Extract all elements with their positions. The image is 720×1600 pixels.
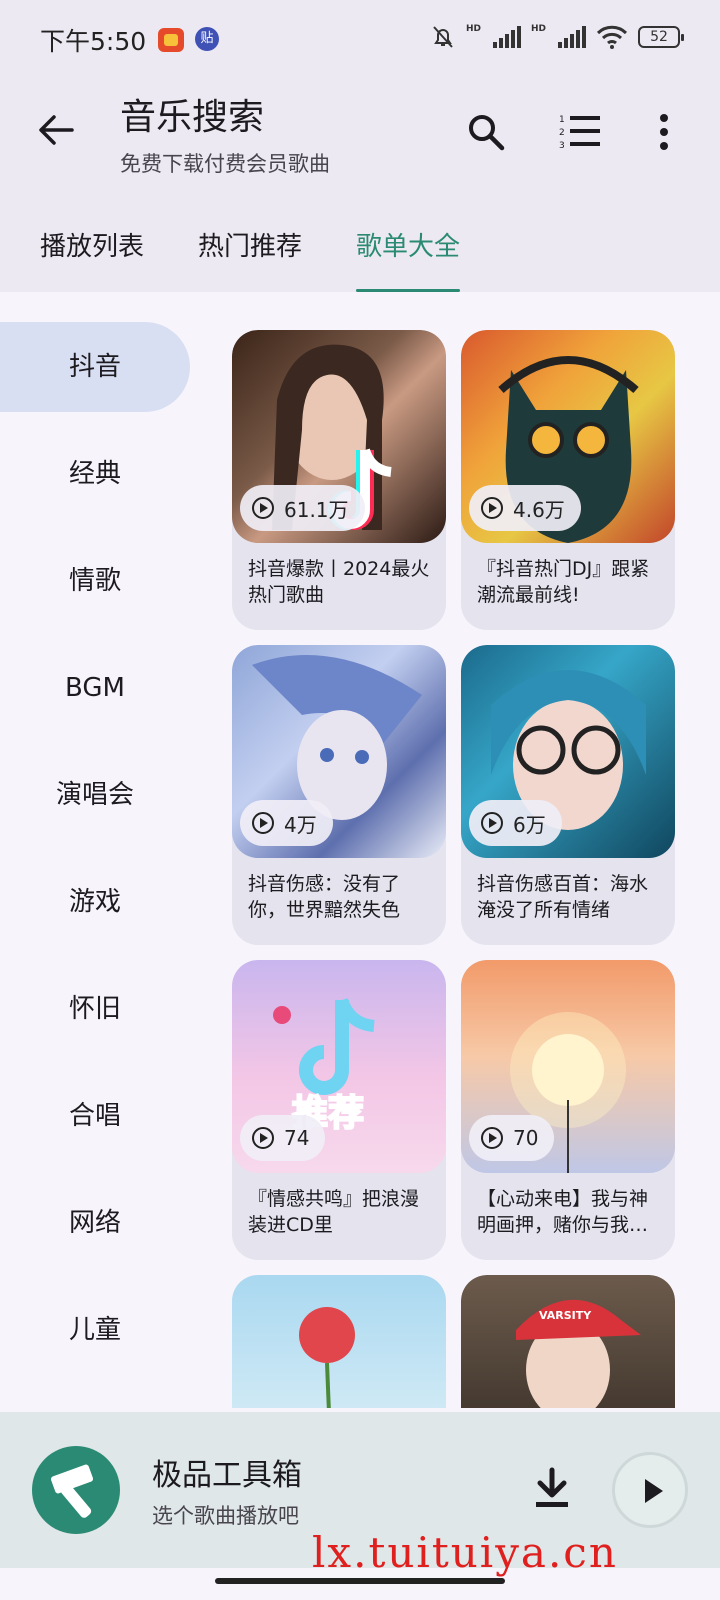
playlist-card[interactable]: 4.6万 『抖音热门DJ』跟紧潮流最前线! bbox=[461, 330, 675, 630]
tab-bar: 播放列表 热门推荐 歌单大全 bbox=[0, 220, 720, 292]
category-list: 抖音 经典 情歌 BGM 演唱会 游戏 怀旧 合唱 网络 儿童 bbox=[0, 322, 195, 1392]
play-circle-icon bbox=[252, 497, 274, 519]
play-circle-icon bbox=[481, 812, 503, 834]
category-item-love[interactable]: 情歌 bbox=[0, 536, 190, 643]
hd-label-2: HD bbox=[530, 24, 546, 34]
category-item-chorus[interactable]: 合唱 bbox=[0, 1071, 190, 1178]
play-count: 61.1万 bbox=[284, 497, 349, 522]
playlist-title: 抖音伤感百首：海水淹没了所有情绪 bbox=[477, 873, 649, 921]
download-icon[interactable] bbox=[530, 1466, 574, 1512]
play-circle-icon bbox=[481, 497, 503, 519]
category-item-concert[interactable]: 演唱会 bbox=[0, 750, 190, 857]
playlist-title: 『情感共鸣』把浪漫装进CD里 bbox=[248, 1188, 420, 1236]
player-title: 极品工具箱 bbox=[152, 1458, 302, 1493]
wifi-icon bbox=[596, 25, 628, 49]
status-icons: HD HD 52 bbox=[430, 24, 684, 50]
play-count: 4.6万 bbox=[513, 497, 565, 522]
more-vert-icon[interactable] bbox=[640, 108, 688, 156]
playlist-cover: VARSITY bbox=[461, 1275, 675, 1408]
tieba-notification-icon: 贴 bbox=[195, 27, 219, 51]
playlist-card[interactable]: 6万 抖音伤感百首：海水淹没了所有情绪 bbox=[461, 645, 675, 945]
cover-cap-text: VARSITY bbox=[539, 1309, 592, 1322]
tab-playlist[interactable]: 播放列表 bbox=[40, 226, 144, 286]
signal-1-icon bbox=[492, 26, 521, 48]
svg-text:1: 1 bbox=[559, 115, 565, 125]
playlist-title: 『抖音热门DJ』跟紧潮流最前线! bbox=[477, 558, 650, 606]
cover-art-cap-girl: VARSITY bbox=[516, 1299, 641, 1408]
category-item-kids[interactable]: 儿童 bbox=[0, 1285, 190, 1392]
playlist-card[interactable]: 4万 抖音伤感：没有了你，世界黯然失色 bbox=[232, 645, 446, 945]
playlist-card[interactable]: 61.1万 抖音爆款丨2024最火热门歌曲 bbox=[232, 330, 446, 630]
playlist-cover bbox=[232, 1275, 446, 1408]
playlist-title: 抖音爆款丨2024最火热门歌曲 bbox=[248, 558, 430, 606]
play-count: 70 bbox=[513, 1126, 539, 1150]
svg-text:2: 2 bbox=[559, 128, 565, 138]
play-count-pill: 74 bbox=[240, 1115, 326, 1161]
status-time: 下午5:50 bbox=[40, 27, 147, 56]
page-title: 音乐搜索 bbox=[120, 97, 265, 138]
player-subtitle: 选个歌曲播放吧 bbox=[152, 1504, 299, 1528]
tab-hot[interactable]: 热门推荐 bbox=[198, 226, 302, 286]
play-button[interactable] bbox=[612, 1452, 688, 1528]
playlist-card[interactable]: 70 【心动来电】我与神明画押，赌你与我… bbox=[461, 960, 675, 1260]
playlist-grid: 61.1万 抖音爆款丨2024最火热门歌曲 4.6万 『抖音热门DJ』跟紧潮流最… bbox=[232, 330, 690, 1408]
battery-icon: 52 bbox=[638, 26, 684, 48]
playlist-card[interactable]: VARSITY bbox=[461, 1275, 675, 1408]
play-count: 4万 bbox=[284, 812, 317, 837]
play-circle-icon bbox=[252, 812, 274, 834]
tab-all-playlists[interactable]: 歌单大全 bbox=[356, 226, 461, 292]
watermark: lx.tuituiya.cn bbox=[312, 1528, 618, 1577]
play-count-pill: 70 bbox=[469, 1115, 555, 1161]
playlist-title: 【心动来电】我与神明画押，赌你与我… bbox=[477, 1188, 649, 1236]
category-item-game[interactable]: 游戏 bbox=[0, 857, 190, 964]
play-count-pill: 4.6万 bbox=[469, 485, 581, 531]
category-item-douyin[interactable]: 抖音 bbox=[0, 322, 190, 412]
play-count-pill: 61.1万 bbox=[240, 485, 365, 531]
playlist-title: 抖音伤感：没有了你，世界黯然失色 bbox=[248, 873, 401, 921]
play-count-pill: 6万 bbox=[469, 800, 562, 846]
top-area: 下午5:50 贴 HD HD 52 音乐搜索 免费下载付费会员歌曲 1 2 3 播放… bbox=[0, 0, 720, 292]
mute-bell-icon bbox=[433, 26, 453, 48]
category-item-network[interactable]: 网络 bbox=[0, 1178, 190, 1285]
playlist-card[interactable] bbox=[232, 1275, 446, 1408]
svg-text:3: 3 bbox=[559, 141, 565, 151]
hammer-icon bbox=[50, 1464, 94, 1518]
category-item-bgm[interactable]: BGM bbox=[0, 643, 190, 750]
category-item-classic[interactable]: 经典 bbox=[0, 429, 190, 536]
page-subtitle: 免费下载付费会员歌曲 bbox=[120, 152, 330, 176]
play-count-pill: 4万 bbox=[240, 800, 333, 846]
category-item-nostalgia[interactable]: 怀旧 bbox=[0, 964, 190, 1071]
toolbox-logo bbox=[32, 1446, 120, 1534]
app-notification-icon bbox=[158, 28, 184, 52]
hd-label: HD bbox=[465, 24, 481, 34]
playlist-card[interactable]: 推荐 74 『情感共鸣』把浪漫装进CD里 bbox=[232, 960, 446, 1260]
signal-2-icon bbox=[558, 26, 586, 48]
play-circle-icon bbox=[252, 1127, 274, 1149]
numbered-list-icon[interactable]: 1 2 3 bbox=[556, 108, 604, 156]
status-bar: 下午5:50 贴 HD HD 52 bbox=[0, 18, 720, 62]
cover-art-rose bbox=[299, 1307, 355, 1408]
play-circle-icon bbox=[481, 1127, 503, 1149]
app-bar: 音乐搜索 免费下载付费会员歌曲 1 2 3 bbox=[0, 80, 720, 190]
back-arrow-icon[interactable] bbox=[34, 108, 78, 152]
play-count: 74 bbox=[284, 1126, 310, 1150]
home-indicator[interactable] bbox=[215, 1578, 505, 1584]
search-icon[interactable] bbox=[462, 108, 510, 156]
play-count: 6万 bbox=[513, 812, 546, 837]
